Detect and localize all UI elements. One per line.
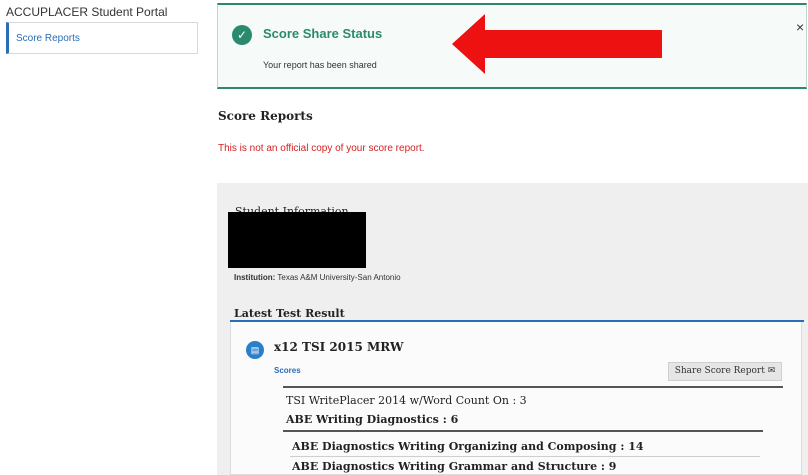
score-row: TSI WritePlacer 2014 w/Word Count On : 3 xyxy=(286,394,527,407)
sidebar-item-score-reports[interactable]: Score Reports xyxy=(16,33,80,44)
page-title: Score Reports xyxy=(218,109,313,123)
score-row: ABE Diagnostics Writing Grammar and Stru… xyxy=(292,460,617,473)
institution-line: Institution: Texas A&M University-San An… xyxy=(234,273,401,282)
share-score-report-button[interactable]: Share Score Report ✉ xyxy=(668,362,782,381)
unofficial-warning: This is not an official copy of your sco… xyxy=(218,143,425,154)
sidebar-nav: Score Reports xyxy=(6,22,198,54)
alert-message: Your report has been shared xyxy=(263,60,377,70)
score-divider xyxy=(283,386,783,388)
share-button-label: Share Score Report xyxy=(674,366,765,376)
institution-label: Institution: xyxy=(234,273,276,282)
arrow-left-icon xyxy=(452,14,662,74)
test-name: x12 TSI 2015 MRW xyxy=(274,340,404,354)
score-divider xyxy=(290,456,760,457)
score-divider xyxy=(283,430,763,432)
score-row: ABE Writing Diagnostics : 6 xyxy=(286,413,459,426)
scores-link[interactable]: Scores xyxy=(274,366,301,375)
envelope-icon: ✉ xyxy=(767,366,776,376)
close-icon[interactable]: × xyxy=(796,20,804,34)
latest-test-heading: Latest Test Result xyxy=(234,307,345,320)
institution-value: Texas A&M University-San Antonio xyxy=(277,273,401,282)
test-icon: ▤ xyxy=(246,341,264,359)
alert-title: Score Share Status xyxy=(263,26,383,41)
check-circle-icon: ✓ xyxy=(232,25,252,45)
redacted-block xyxy=(228,212,366,268)
score-row: ABE Diagnostics Writing Organizing and C… xyxy=(292,440,644,453)
portal-title: ACCUPLACER Student Portal xyxy=(6,5,168,19)
